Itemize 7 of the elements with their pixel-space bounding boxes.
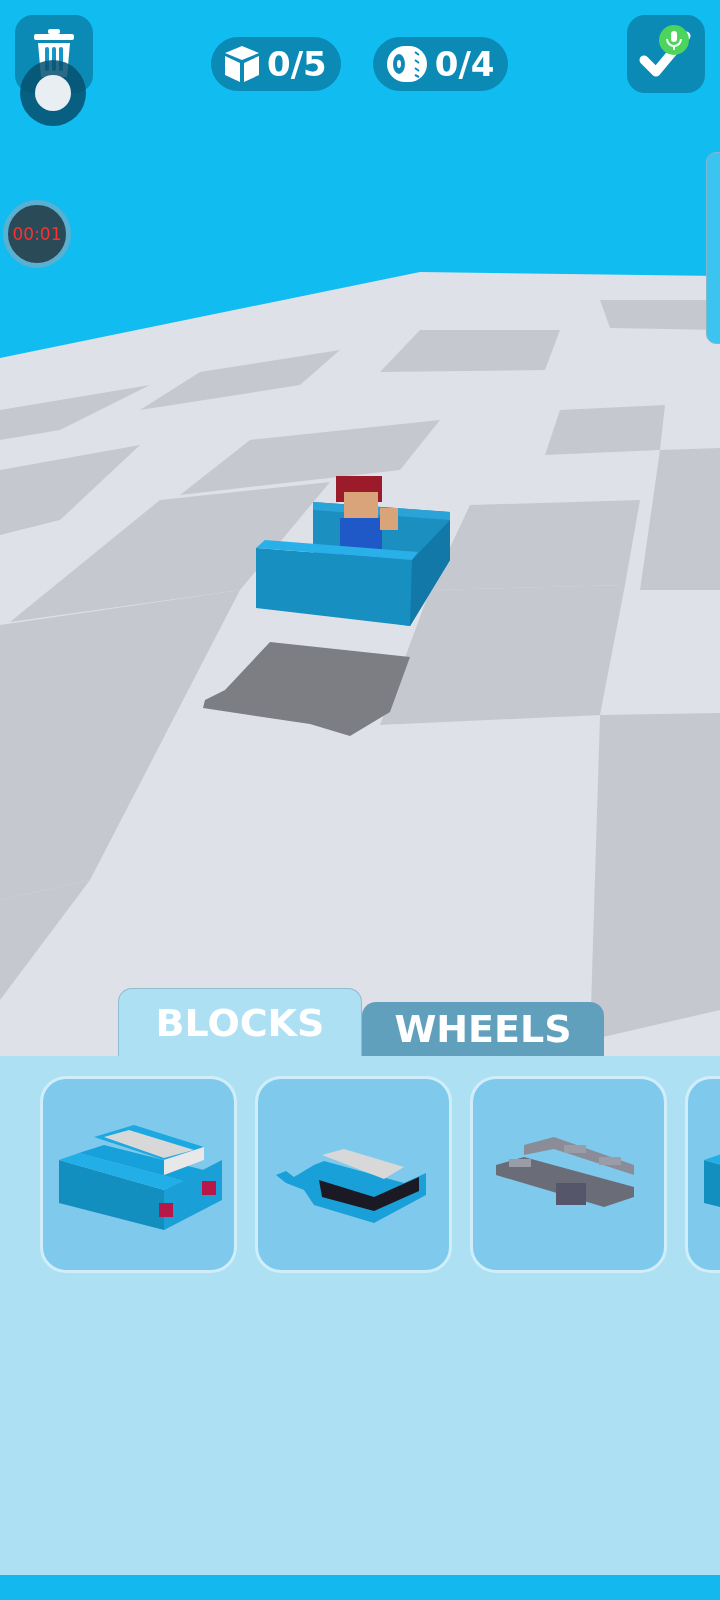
part-card[interactable] xyxy=(255,1076,452,1273)
counter-text: 0/5 xyxy=(267,44,327,84)
cube-icon xyxy=(223,44,261,84)
category-tab[interactable]: WHEELS xyxy=(362,1002,604,1056)
confirm-button[interactable] xyxy=(627,15,705,93)
recording-timer: 00:01 xyxy=(3,200,71,268)
counter-text: 0/4 xyxy=(434,44,495,84)
